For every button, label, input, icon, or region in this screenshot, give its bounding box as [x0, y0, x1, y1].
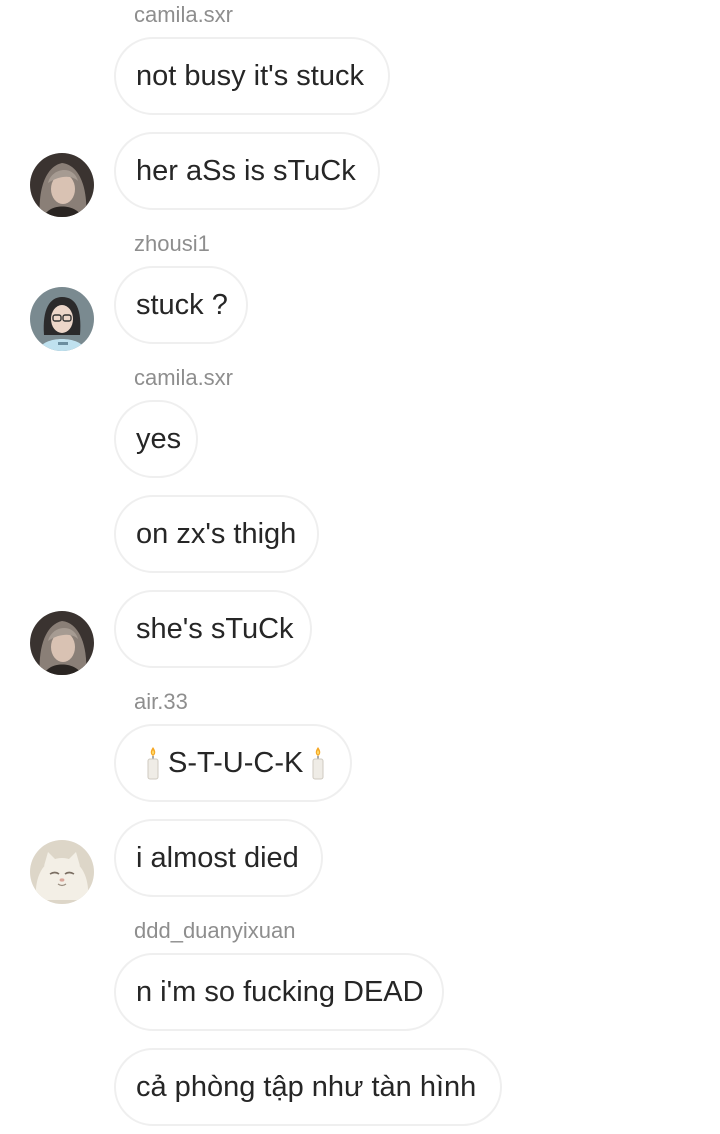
message-bubble[interactable]: on zx's thigh: [114, 495, 319, 573]
message-bubble[interactable]: cả phòng tập như tàn hình: [114, 1048, 502, 1126]
girl-portrait-icon: [30, 611, 94, 675]
message-text: not busy it's stuck: [136, 60, 364, 92]
message-text: i almost died: [136, 842, 299, 874]
avatar[interactable]: [30, 840, 94, 904]
message-bubble[interactable]: stuck ?: [114, 266, 248, 344]
avatar[interactable]: [30, 153, 94, 217]
sender-name: camila.sxr: [134, 2, 234, 27]
message-bubble[interactable]: her aSs is sTuCk: [114, 132, 380, 210]
white-cat-icon: [30, 840, 94, 904]
girl-glasses-portrait-icon: [30, 287, 94, 351]
avatar[interactable]: [30, 287, 94, 351]
message-bubble[interactable]: yes: [114, 400, 198, 478]
candle-icon: [312, 747, 324, 780]
message-bubble[interactable]: S-T-U-C-K: [114, 724, 352, 802]
chat-thread: camila.sxr not busy it's stuck her aSs i…: [0, 0, 720, 1134]
message-bubble[interactable]: not busy it's stuck: [114, 37, 390, 115]
avatar[interactable]: [30, 611, 94, 675]
candle-icon: [147, 747, 159, 780]
sender-name: zhousi1: [134, 231, 210, 256]
message-text: on zx's thigh: [136, 518, 297, 550]
sender-name: camila.sxr: [134, 365, 234, 390]
sender-name: ddd_duanyixuan: [134, 918, 296, 943]
message-text: S-T-U-C-K: [168, 747, 304, 779]
message-bubble[interactable]: i almost died: [114, 819, 323, 897]
message-text: stuck ?: [136, 289, 228, 321]
message-text: yes: [136, 423, 182, 455]
message-bubble[interactable]: n i'm so fucking DEAD: [114, 953, 444, 1031]
message-bubble[interactable]: she's sTuCk: [114, 590, 312, 668]
message-text: she's sTuCk: [136, 613, 294, 645]
message-text: cả phòng tập như tàn hình: [136, 1071, 477, 1103]
girl-portrait-icon: [30, 153, 94, 217]
sender-name: air.33: [134, 689, 188, 714]
message-text: her aSs is sTuCk: [136, 155, 356, 187]
message-text: n i'm so fucking DEAD: [136, 976, 424, 1008]
